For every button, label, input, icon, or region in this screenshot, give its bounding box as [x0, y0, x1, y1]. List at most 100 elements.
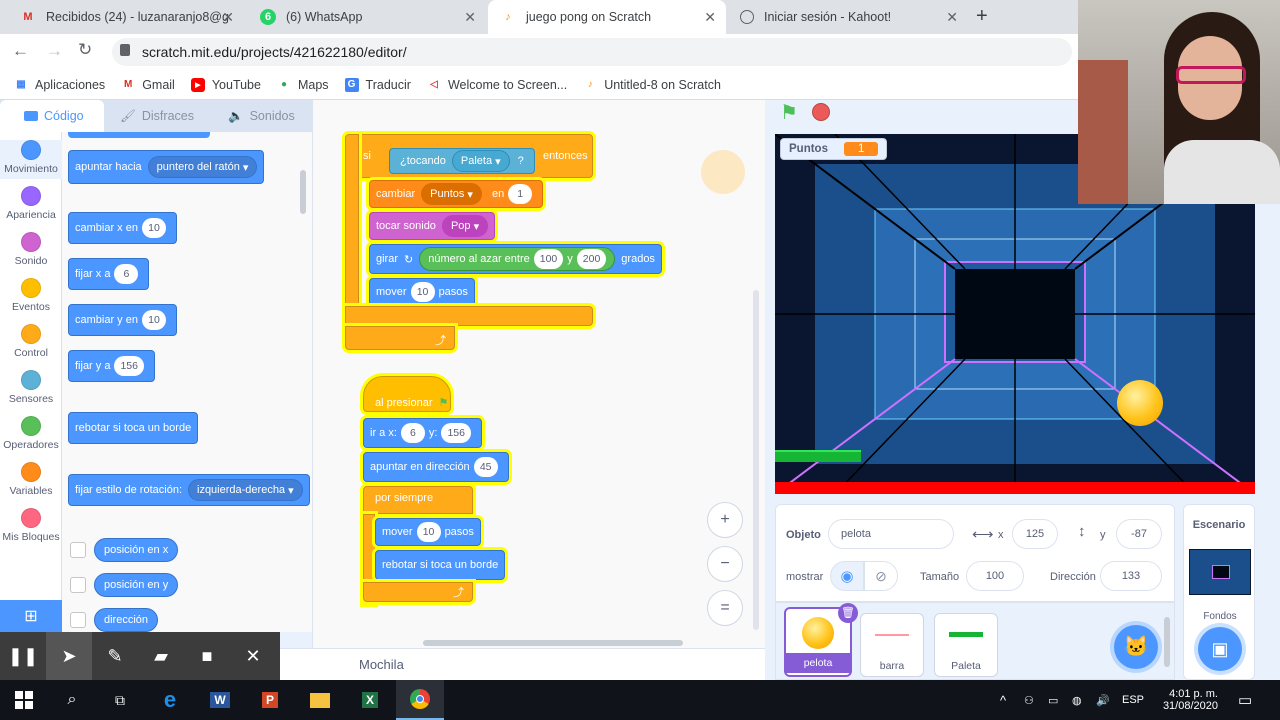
category-variables[interactable]: Variables — [0, 462, 62, 497]
block-rotation-style[interactable]: fijar estilo de rotación: izquierda-dere… — [68, 474, 310, 506]
move-block[interactable]: mover 10 pasos — [369, 278, 475, 306]
close-icon[interactable]: ✕ — [946, 9, 958, 26]
edge-icon[interactable]: e — [146, 680, 194, 720]
category-my-blocks[interactable]: Mis Bloques — [0, 508, 62, 543]
network-icon[interactable]: ◍ — [1072, 680, 1082, 720]
pause-icon[interactable]: ❚❚ — [0, 632, 46, 680]
x-input[interactable]: 125 — [1012, 519, 1058, 549]
block-set-x[interactable]: fijar x a6 — [68, 258, 150, 290]
reload-icon[interactable]: ↻ — [78, 40, 92, 60]
address-bar[interactable]: scratch.mit.edu/projects/421622180/edito… — [112, 38, 1072, 66]
value-input[interactable]: 10 — [416, 522, 441, 542]
random-block[interactable]: número al azar entre 100 y 200 — [419, 247, 616, 271]
direction-input[interactable]: 133 — [1100, 561, 1162, 591]
checkbox-y-position[interactable] — [70, 577, 86, 593]
add-sprite-cat-icon[interactable]: 🐱 — [1114, 625, 1158, 669]
paddle-sprite[interactable] — [775, 450, 861, 462]
chrome-icon[interactable] — [396, 680, 444, 720]
back-arrow-icon[interactable]: ← — [12, 41, 29, 61]
category-sensing[interactable]: Sensores — [0, 370, 62, 405]
forward-arrow-icon[interactable]: → — [46, 41, 63, 61]
pointer-icon[interactable]: ➤ — [46, 632, 92, 680]
highlighter-icon[interactable]: ▰ — [138, 632, 184, 680]
tab-costumes[interactable]: 🖌 Disfraces — [104, 100, 208, 132]
category-looks[interactable]: Apariencia — [0, 186, 62, 221]
sprite-tile-pelota[interactable]: pelota 🗑 — [784, 603, 858, 677]
value-input[interactable]: 10 — [141, 218, 166, 238]
value-input[interactable]: 10 — [141, 310, 166, 330]
block-change-y[interactable]: cambiar y en 10 — [68, 304, 177, 336]
bar-sprite[interactable] — [775, 482, 1255, 494]
tab-whatsapp[interactable]: 6 (6) WhatsApp ✕ — [248, 0, 486, 34]
language-indicator[interactable]: ESP — [1122, 680, 1144, 720]
tab-gmail[interactable]: M Recibidos (24) - luzanaranjo8@g ✕ — [8, 0, 244, 34]
category-events[interactable]: Eventos — [0, 278, 62, 313]
y-input[interactable]: -87 — [1116, 519, 1162, 549]
sound-dropdown[interactable]: Pop ▾ — [441, 215, 489, 237]
move-block-2[interactable]: mover 10 pasos — [375, 518, 481, 546]
close-icon[interactable]: ✕ — [704, 9, 716, 26]
zoom-out-button[interactable]: − — [707, 546, 743, 582]
workspace-scrollbar[interactable] — [753, 290, 759, 630]
sprite-tile-paleta[interactable]: Paleta — [934, 613, 998, 677]
bookmark-translate[interactable]: G Traducir — [344, 77, 411, 92]
stage-selector[interactable]: Escenario Fondos ▣ — [1183, 504, 1255, 680]
block-partial[interactable] — [68, 132, 210, 138]
add-backdrop-image-icon[interactable]: ▣ — [1198, 627, 1242, 671]
category-motion[interactable]: Movimiento — [0, 140, 62, 179]
close-icon[interactable]: ✕ — [230, 632, 276, 680]
excel-icon[interactable]: X — [346, 680, 394, 720]
size-input[interactable]: 100 — [966, 561, 1024, 591]
turn-block[interactable]: girar ↻ número al azar entre 100 y 200 g… — [369, 244, 662, 274]
close-icon[interactable]: ✕ — [464, 9, 476, 26]
sprite-name-input[interactable]: pelota — [828, 519, 954, 549]
value-input[interactable]: 6 — [114, 264, 139, 284]
zoom-reset-button[interactable]: = — [707, 590, 743, 626]
tab-kahoot[interactable]: Iniciar sesión - Kahoot! ✕ — [728, 0, 968, 34]
reporter-x-position[interactable]: posición en x — [94, 538, 179, 562]
green-flag-button[interactable]: ⚑ — [780, 100, 798, 125]
powerpoint-icon[interactable]: P — [246, 680, 294, 720]
block-change-x[interactable]: cambiar x en 10 — [68, 212, 177, 244]
stop-button[interactable] — [812, 103, 830, 121]
point-target-dropdown[interactable]: puntero del ratón ▾ — [147, 156, 258, 178]
palette-scrollbar[interactable] — [300, 170, 306, 214]
block-set-y[interactable]: fijar y a 156 — [68, 350, 155, 382]
block-point-towards[interactable]: apuntar hacia puntero del ratón ▾ — [68, 150, 265, 184]
word-icon[interactable]: W — [196, 680, 244, 720]
notifications-icon[interactable]: ▭ — [1238, 680, 1252, 720]
battery-icon[interactable]: ▭ — [1048, 680, 1058, 720]
ball-sprite[interactable] — [1117, 380, 1163, 426]
checkbox-x-position[interactable] — [70, 542, 86, 558]
block-bounce[interactable]: rebotar si toca un borde — [68, 412, 199, 444]
bounce-block-2[interactable]: rebotar si toca un borde — [375, 550, 506, 580]
workspace-h-scrollbar[interactable] — [423, 640, 683, 646]
change-var-block[interactable]: cambiar Puntos ▾ en 1 — [369, 180, 544, 208]
windows-start-icon[interactable] — [0, 680, 48, 720]
chevron-up-icon[interactable]: ^ — [1000, 680, 1006, 720]
close-icon[interactable]: ✕ — [222, 9, 234, 26]
pen-icon[interactable]: ✎ — [92, 632, 138, 680]
bookmark-screencast[interactable]: ◁ Welcome to Screen... — [427, 78, 567, 92]
sprite-list-scrollbar[interactable] — [1164, 617, 1170, 667]
bookmark-youtube[interactable]: ▶ YouTube — [190, 77, 261, 92]
tab-sounds[interactable]: 🔈 Sonidos — [208, 100, 312, 132]
show-visible-eye-icon[interactable]: ◉ — [830, 561, 864, 591]
value-input[interactable]: 10 — [410, 282, 435, 302]
delete-trash-icon[interactable]: 🗑 — [838, 603, 858, 623]
checkbox-direction[interactable] — [70, 612, 86, 628]
value-input[interactable]: 200 — [576, 249, 607, 269]
backpack[interactable]: Mochila — [280, 648, 765, 680]
zoom-in-button[interactable]: + — [707, 502, 743, 538]
touching-block[interactable]: ¿tocando Paleta ▾ ? — [389, 148, 535, 174]
value-input[interactable]: 1 — [508, 184, 533, 204]
value-input[interactable]: 6 — [400, 423, 425, 443]
add-extension-button[interactable]: ⊞ — [0, 600, 62, 632]
bookmark-maps[interactable]: ● Maps — [277, 78, 329, 92]
category-operators[interactable]: Operadores — [0, 416, 62, 451]
touching-target-dropdown[interactable]: Paleta ▾ — [451, 150, 510, 172]
point-direction-block[interactable]: apuntar en dirección 45 — [363, 452, 509, 482]
task-view-icon[interactable]: ⧉ — [96, 680, 144, 720]
value-input[interactable]: 45 — [473, 457, 498, 477]
file-explorer-icon[interactable] — [296, 680, 344, 720]
